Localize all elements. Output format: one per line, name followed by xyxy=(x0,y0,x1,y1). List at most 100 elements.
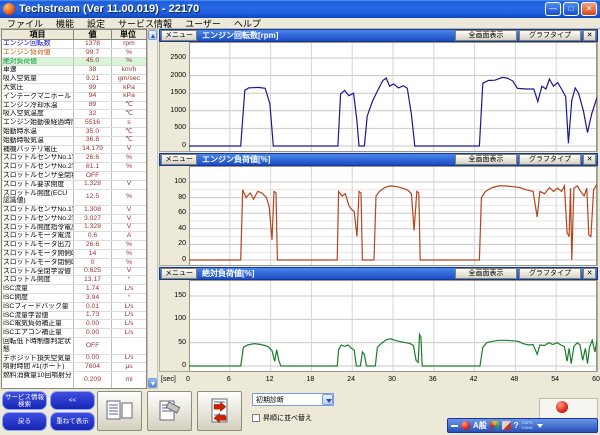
chart-graphtype-button[interactable]: グラフタイプ xyxy=(519,30,581,41)
scroll-down-icon[interactable] xyxy=(148,378,157,388)
table-row[interactable]: スロットルセンサNo.1電圧1.308V xyxy=(2,206,146,215)
table-row[interactable]: エンジン回転数1378rpm xyxy=(2,40,146,49)
menu-item-5[interactable]: ヘルプ xyxy=(234,17,261,30)
table-row[interactable]: スロットルセンサNo.1電圧比26.6% xyxy=(2,154,146,163)
table-row[interactable]: スロットルセンサNo.2電圧比61.1% xyxy=(2,163,146,172)
diagnosis-mode-select[interactable]: 初期診断 xyxy=(252,393,334,406)
chart-close-button[interactable]: ✕ xyxy=(583,268,596,279)
table-row[interactable]: スロットル開度指令電圧1.328V xyxy=(2,224,146,233)
table-header-item: 項目 xyxy=(2,30,74,39)
row-label: スロットルモータ開側Duty比 xyxy=(2,250,74,258)
menu-item-4[interactable]: ユーザー xyxy=(185,17,221,30)
ime-help-icon[interactable]: ? xyxy=(514,421,519,430)
table-row[interactable]: 始動時水温35.0℃ xyxy=(2,128,146,137)
table-row[interactable]: スロットルモータ出力26.6% xyxy=(2,241,146,250)
chart-canvas xyxy=(189,166,597,266)
service-info-button[interactable]: サービス情報検索 xyxy=(2,391,47,410)
x-tick-label: 12 xyxy=(261,376,279,383)
table-row[interactable]: ISCフィードバック量0.01L/s xyxy=(2,303,146,312)
ime-palette-icon[interactable] xyxy=(490,421,499,430)
table-row[interactable]: ISC開度3.94° xyxy=(2,294,146,303)
chart-graphtype-button[interactable]: グラフタイプ xyxy=(519,268,581,279)
table-row[interactable]: スロットル開度(ECU認識値)12.5% xyxy=(2,190,146,207)
row-label: スロットルモータ閉側Duty比 xyxy=(2,259,74,267)
y-tick-label: 0 xyxy=(182,142,186,149)
ime-red-orb-icon[interactable] xyxy=(461,421,470,430)
row-label: ISC流量 xyxy=(2,285,74,293)
table-row[interactable]: スロットル開度13.17° xyxy=(2,276,146,285)
row-unit: V xyxy=(112,181,146,189)
chart-graphtype-button[interactable]: グラフタイプ xyxy=(519,154,581,165)
table-row[interactable]: スロットル全閉学習値0.625V xyxy=(2,268,146,277)
maximize-button[interactable]: □ xyxy=(563,2,579,16)
data-list-icon xyxy=(106,399,134,423)
table-row[interactable]: エンジン負荷値99.7% xyxy=(2,49,146,58)
menu-item-3[interactable]: サービス情報 xyxy=(118,17,172,30)
table-row[interactable]: 燃料消費量10回噴射分0.209ml xyxy=(2,372,146,389)
y-tick-label: 100 xyxy=(174,178,186,185)
y-tick-label: 1000 xyxy=(170,107,186,114)
row-unit: μs xyxy=(112,363,146,371)
table-row[interactable]: ISCエアコン補正量0.00L/s xyxy=(2,329,146,338)
ime-options-chevron-icon[interactable] xyxy=(537,424,543,428)
chart-fullscreen-button[interactable]: 全画面表示 xyxy=(455,268,517,279)
table-row[interactable]: 補機バッテリ電圧14.179V xyxy=(2,146,146,155)
menu-item-0[interactable]: ファイル xyxy=(7,17,43,30)
table-row[interactable]: スロットル要求開度1.328V xyxy=(2,181,146,190)
chart-panel-header: メニューエンジン回転数[rpm]全画面表示グラフタイプ✕ xyxy=(159,29,598,42)
chart-close-button[interactable]: ✕ xyxy=(583,30,596,41)
table-row[interactable]: 吸入空気温度32℃ xyxy=(2,110,146,119)
table-header-value: 値 xyxy=(74,30,112,39)
table-row[interactable]: 回転低下時制御判定状態OFF xyxy=(2,338,146,355)
table-row[interactable]: 大気圧99kPa xyxy=(2,84,146,93)
chart-menu-button[interactable]: メニュー xyxy=(161,268,197,279)
chart-close-button[interactable]: ✕ xyxy=(583,154,596,165)
ime-language-bar[interactable]: A般 ? CAPS KANA xyxy=(447,418,598,433)
y-tick-label: 20 xyxy=(178,240,186,247)
scroll-up-icon[interactable] xyxy=(148,30,157,40)
minimize-button[interactable]: — xyxy=(545,2,561,16)
chart-menu-button[interactable]: メニュー xyxy=(161,154,197,165)
menu-item-2[interactable]: 設定 xyxy=(87,17,105,30)
time-axis: [sec] 06121824303642485460 xyxy=(159,372,598,388)
overlay-display-button[interactable]: 重ねて表示 xyxy=(50,412,95,431)
compare-data-button[interactable] xyxy=(197,391,242,431)
dropdown-arrow-icon[interactable] xyxy=(322,394,333,405)
table-row[interactable]: スロットルモータ開側Duty比14% xyxy=(2,250,146,259)
data-list-button[interactable] xyxy=(97,391,142,431)
table-row[interactable]: エンジン始動後経過時間5516s xyxy=(2,119,146,128)
back-button[interactable]: 戻る xyxy=(2,412,47,431)
ime-input-mode[interactable]: A般 xyxy=(473,420,487,431)
table-row[interactable]: 絶対負荷値45.0% xyxy=(2,58,146,67)
chart-fullscreen-button[interactable]: 全画面表示 xyxy=(455,30,517,41)
table-row[interactable]: 噴射時間 #1(ポート)7604μs xyxy=(2,363,146,372)
chart-menu-button[interactable]: メニュー xyxy=(161,30,197,41)
report-save-button[interactable] xyxy=(147,391,192,431)
chart-fullscreen-button[interactable]: 全画面表示 xyxy=(455,154,517,165)
table-row[interactable]: デポジット損失空気量0.00L/s xyxy=(2,355,146,364)
table-row[interactable]: 始動時吸気温36.8℃ xyxy=(2,137,146,146)
table-row[interactable]: ISC流量学習値1.73L/s xyxy=(2,312,146,321)
row-unit: kPa xyxy=(112,84,146,92)
table-row[interactable]: ISC電気負荷補正量0.00L/s xyxy=(2,320,146,329)
table-row[interactable]: スロットルモータ閉側Duty比0% xyxy=(2,259,146,268)
bottom-toolbar: サービス情報検索 << 戻る 重ねて表示 初期診断 昇順に並べ替え xyxy=(0,390,600,435)
table-row[interactable]: スロットルセンサNo.2電圧3.027V xyxy=(2,215,146,224)
ime-minimize-icon[interactable] xyxy=(451,425,458,427)
table-row[interactable]: 吸入空気量9.21gm/sec xyxy=(2,75,146,84)
chart-panel-header: メニューエンジン負荷値[%]全画面表示グラフタイプ✕ xyxy=(159,153,598,166)
table-row[interactable]: スロットルセンサ全閉状態OFF xyxy=(2,172,146,181)
menu-item-1[interactable]: 機能 xyxy=(56,17,74,30)
table-row[interactable]: 車速38km/h xyxy=(2,66,146,75)
table-row[interactable]: ISC流量1.74L/s xyxy=(2,285,146,294)
checkbox-box[interactable] xyxy=(252,414,260,422)
table-row[interactable]: スロットルモータ電流0.6A xyxy=(2,232,146,241)
table-row[interactable]: エンジン冷却水温89℃ xyxy=(2,102,146,111)
ime-tools-icon[interactable] xyxy=(502,421,511,430)
collapse-button[interactable]: << xyxy=(50,391,95,410)
table-scrollbar[interactable] xyxy=(147,29,158,389)
sort-ascending-checkbox[interactable]: 昇順に並べ替え xyxy=(252,413,312,423)
table-row[interactable]: インテークマニホールド圧94kPa xyxy=(2,93,146,102)
row-label: ISC開度 xyxy=(2,294,74,302)
close-button[interactable]: ✕ xyxy=(581,2,597,16)
